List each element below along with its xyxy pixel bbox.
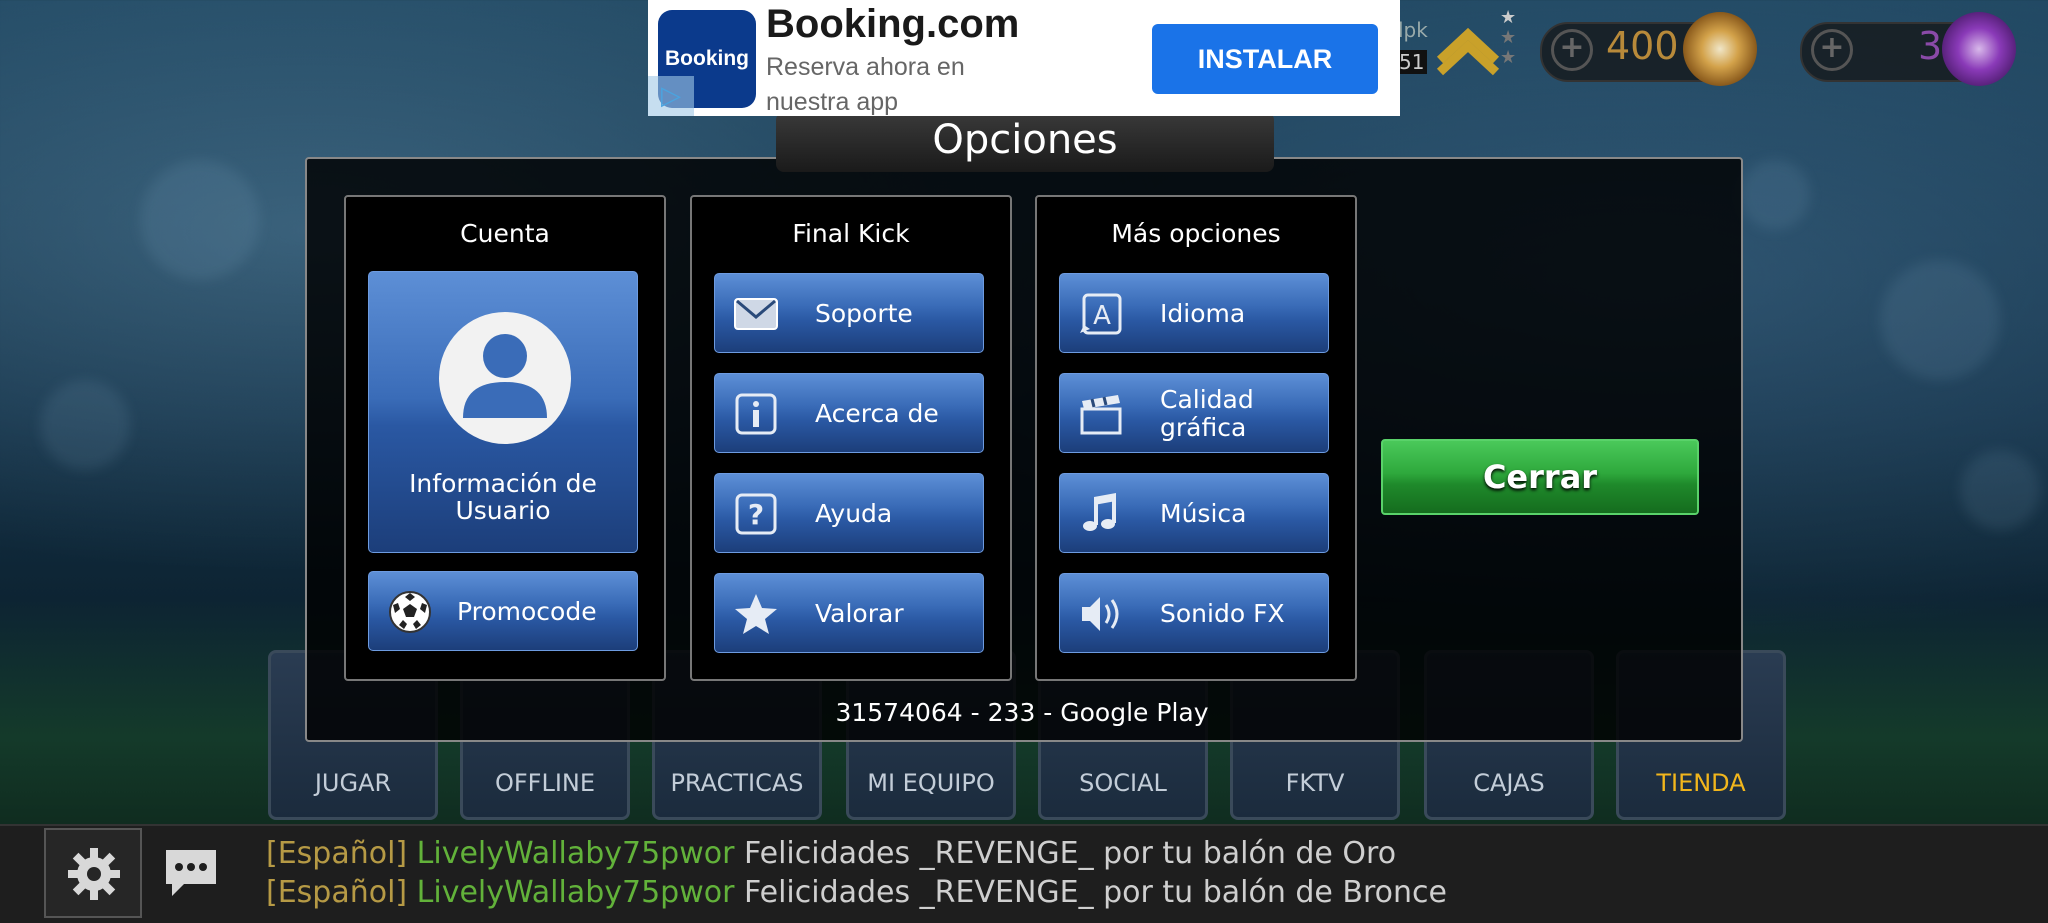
chat-lang: [Español] bbox=[266, 875, 408, 910]
more-options-panel: Más opciones A Idioma Calidad gráfica Mú… bbox=[1035, 195, 1357, 681]
panel-title-more: Más opciones bbox=[1111, 219, 1281, 248]
language-label: Idioma bbox=[1160, 299, 1246, 328]
hud-username: lpk bbox=[1398, 18, 1428, 42]
add-coins-plus-icon[interactable]: + bbox=[1551, 29, 1593, 71]
chat-message: [Español] LivelyWallaby75pwor Felicidade… bbox=[266, 836, 1396, 871]
gold-coin-icon bbox=[1683, 12, 1757, 86]
ad-subtitle[interactable]: Reserva ahora en nuestra app bbox=[766, 50, 1006, 120]
sound-fx-button[interactable]: Sonido FX bbox=[1059, 573, 1329, 653]
nav-label: MI EQUIPO bbox=[867, 769, 995, 797]
chat-message: [Español] LivelyWallaby75pwor Felicidade… bbox=[266, 875, 1447, 910]
envelope-icon bbox=[734, 298, 778, 330]
ad-install-button[interactable]: INSTALAR bbox=[1152, 24, 1378, 94]
clapperboard-icon bbox=[1080, 395, 1122, 435]
ad-banner[interactable]: Booking Booking.com Reserva ahora en nue… bbox=[648, 0, 1400, 116]
svg-text:?: ? bbox=[748, 498, 764, 531]
soccer-ball-icon bbox=[389, 591, 431, 633]
nav-label: JUGAR bbox=[314, 769, 392, 797]
sound-fx-label: Sonido FX bbox=[1160, 599, 1285, 628]
about-label: Acerca de bbox=[815, 399, 939, 428]
chat-user[interactable]: LivelyWallaby75pwor bbox=[417, 836, 735, 871]
music-label: Música bbox=[1160, 499, 1247, 528]
close-button[interactable]: Cerrar bbox=[1381, 439, 1699, 515]
add-gems-plus-icon[interactable]: + bbox=[1811, 29, 1853, 71]
support-label: Soporte bbox=[815, 299, 913, 328]
nav-label: CAJAS bbox=[1473, 769, 1545, 797]
ad-choices-icon[interactable]: ▷ bbox=[648, 76, 694, 116]
nav-label: FKTV bbox=[1285, 769, 1345, 797]
svg-text:A: A bbox=[1093, 301, 1111, 331]
nav-label: OFFLINE bbox=[494, 769, 596, 797]
gear-icon bbox=[68, 848, 120, 900]
rank-stars-icon: ★ ★ ★ bbox=[1500, 7, 1517, 68]
nav-label: TIENDA bbox=[1656, 769, 1746, 797]
chat-user[interactable]: LivelyWallaby75pwor bbox=[417, 875, 735, 910]
question-icon: ? bbox=[735, 493, 777, 535]
help-button[interactable]: ? Ayuda bbox=[714, 473, 984, 553]
music-note-icon bbox=[1083, 493, 1116, 531]
settings-button[interactable] bbox=[44, 828, 142, 918]
panel-title-final-kick: Final Kick bbox=[792, 219, 910, 248]
info-icon bbox=[735, 393, 777, 435]
nav-label: PRACTICAS bbox=[670, 769, 804, 797]
graphics-quality-label: Calidad gráfica bbox=[1160, 385, 1254, 442]
rate-button[interactable]: Valorar bbox=[714, 573, 984, 653]
language-icon: A bbox=[1080, 293, 1122, 335]
music-button[interactable]: Música bbox=[1059, 473, 1329, 553]
panel-title-cuenta: Cuenta bbox=[460, 219, 550, 248]
hud-level: 51 bbox=[1396, 50, 1428, 74]
background-bokeh bbox=[140, 160, 260, 280]
chat-lang: [Español] bbox=[266, 836, 408, 871]
about-button[interactable]: Acerca de bbox=[714, 373, 984, 453]
graphics-quality-button[interactable]: Calidad gráfica bbox=[1059, 373, 1329, 453]
user-info-label: Información de Usuario bbox=[409, 469, 597, 525]
support-button[interactable]: Soporte bbox=[714, 273, 984, 353]
language-button[interactable]: A Idioma bbox=[1059, 273, 1329, 353]
background-bokeh bbox=[40, 380, 130, 470]
star-icon bbox=[735, 594, 777, 634]
gems-value: 3 bbox=[1918, 24, 1943, 68]
final-kick-panel: Final Kick Soporte Acerca de ? Ayuda Val… bbox=[690, 195, 1012, 681]
background-bokeh bbox=[1740, 160, 1810, 230]
account-panel: Cuenta Información de Usuario Promocode bbox=[344, 195, 666, 681]
ad-title[interactable]: Booking.com bbox=[766, 2, 1019, 47]
chat-text: Felicidades _REVENGE_ por tu balón de Br… bbox=[744, 875, 1447, 910]
speaker-icon bbox=[1082, 597, 1119, 631]
rank-chevron-icon bbox=[1436, 27, 1500, 76]
background-bokeh bbox=[1960, 450, 2040, 530]
purple-chip-icon bbox=[1942, 12, 2016, 86]
chat-bubble-icon[interactable] bbox=[162, 846, 220, 898]
user-avatar-icon bbox=[439, 312, 571, 444]
promocode-label: Promocode bbox=[457, 597, 597, 626]
user-info-button[interactable]: Información de Usuario bbox=[368, 271, 638, 553]
chat-text: Felicidades _REVENGE_ por tu balón de Or… bbox=[744, 836, 1397, 871]
promocode-button[interactable]: Promocode bbox=[368, 571, 638, 651]
nav-label: SOCIAL bbox=[1079, 769, 1167, 797]
build-info: 31574064 - 233 - Google Play bbox=[835, 698, 1209, 727]
background-bokeh bbox=[1880, 260, 2000, 380]
help-label: Ayuda bbox=[815, 499, 893, 528]
rate-label: Valorar bbox=[815, 599, 904, 628]
dialog-title: Opciones bbox=[776, 112, 1274, 172]
coins-value: 400 bbox=[1606, 24, 1679, 68]
